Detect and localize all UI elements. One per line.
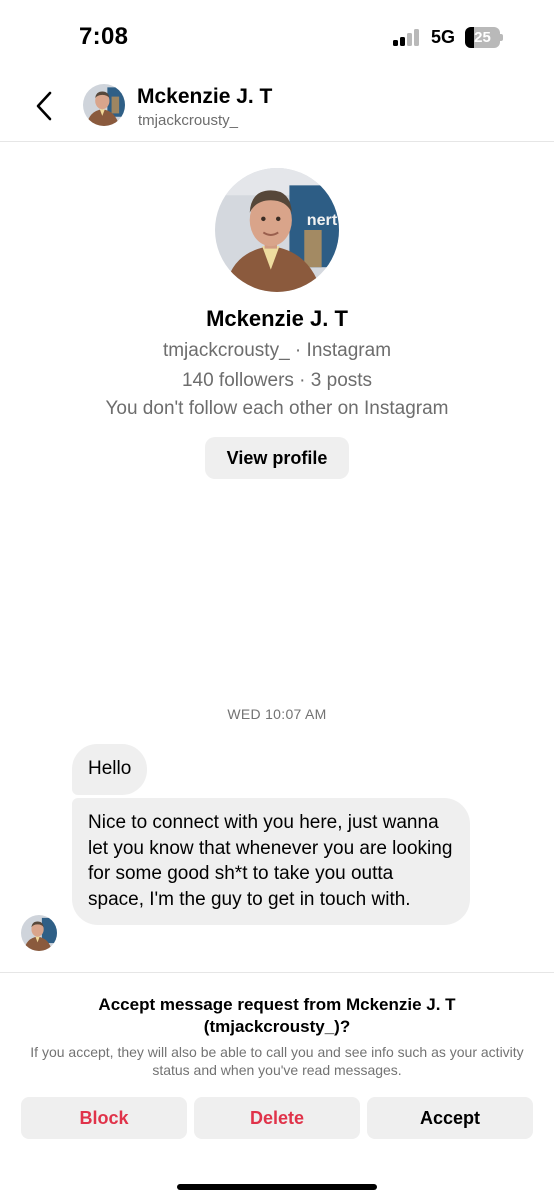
svg-text:nert: nert [307,211,338,229]
request-title: Accept message request from Mckenzie J. … [98,995,456,1036]
back-button[interactable] [32,90,60,122]
profile-source-line: tmjackcrousty_ · Instagram [162,340,392,361]
message-request-panel: Accept message request from Mckenzie J. … [0,972,554,1200]
message-bubble[interactable]: Hello [72,744,148,795]
signal-icon [393,28,423,46]
delete-button[interactable]: Delete [194,1097,360,1139]
profile-name: Mckenzie J. T [206,306,348,331]
status-bar: 7:08 5G 25 [0,0,554,76]
profile-stats-line: 140 followers · 3 posts [181,370,373,391]
header-handle[interactable]: tmjackcrousty_ [138,112,238,129]
battery-level: 25 [474,29,491,46]
message-bubble[interactable]: Nice to connect with you here, just wann… [72,798,470,925]
network-type: 5G [431,27,456,47]
profile-relation-line: You don't follow each other on Instagram [105,398,449,419]
profile-avatar[interactable]: nert [215,168,339,292]
chat-header: Mckenzie J. T tmjackcrousty_ [0,76,554,142]
message-timestamp: WED 10:07 AM [227,706,327,722]
view-profile-button[interactable]: View profile [205,437,349,479]
header-avatar[interactable] [83,84,125,126]
status-time: 7:08 [79,23,129,50]
home-indicator[interactable] [177,1184,377,1190]
request-note: If you accept, they will also be able to… [30,1044,524,1078]
chevron-left-icon [36,91,52,121]
block-button[interactable]: Block [21,1097,187,1139]
sender-avatar[interactable] [21,915,57,951]
accept-button[interactable]: Accept [367,1097,533,1139]
header-name[interactable]: Mckenzie J. T [137,85,272,109]
battery-icon: 25 [465,27,503,48]
